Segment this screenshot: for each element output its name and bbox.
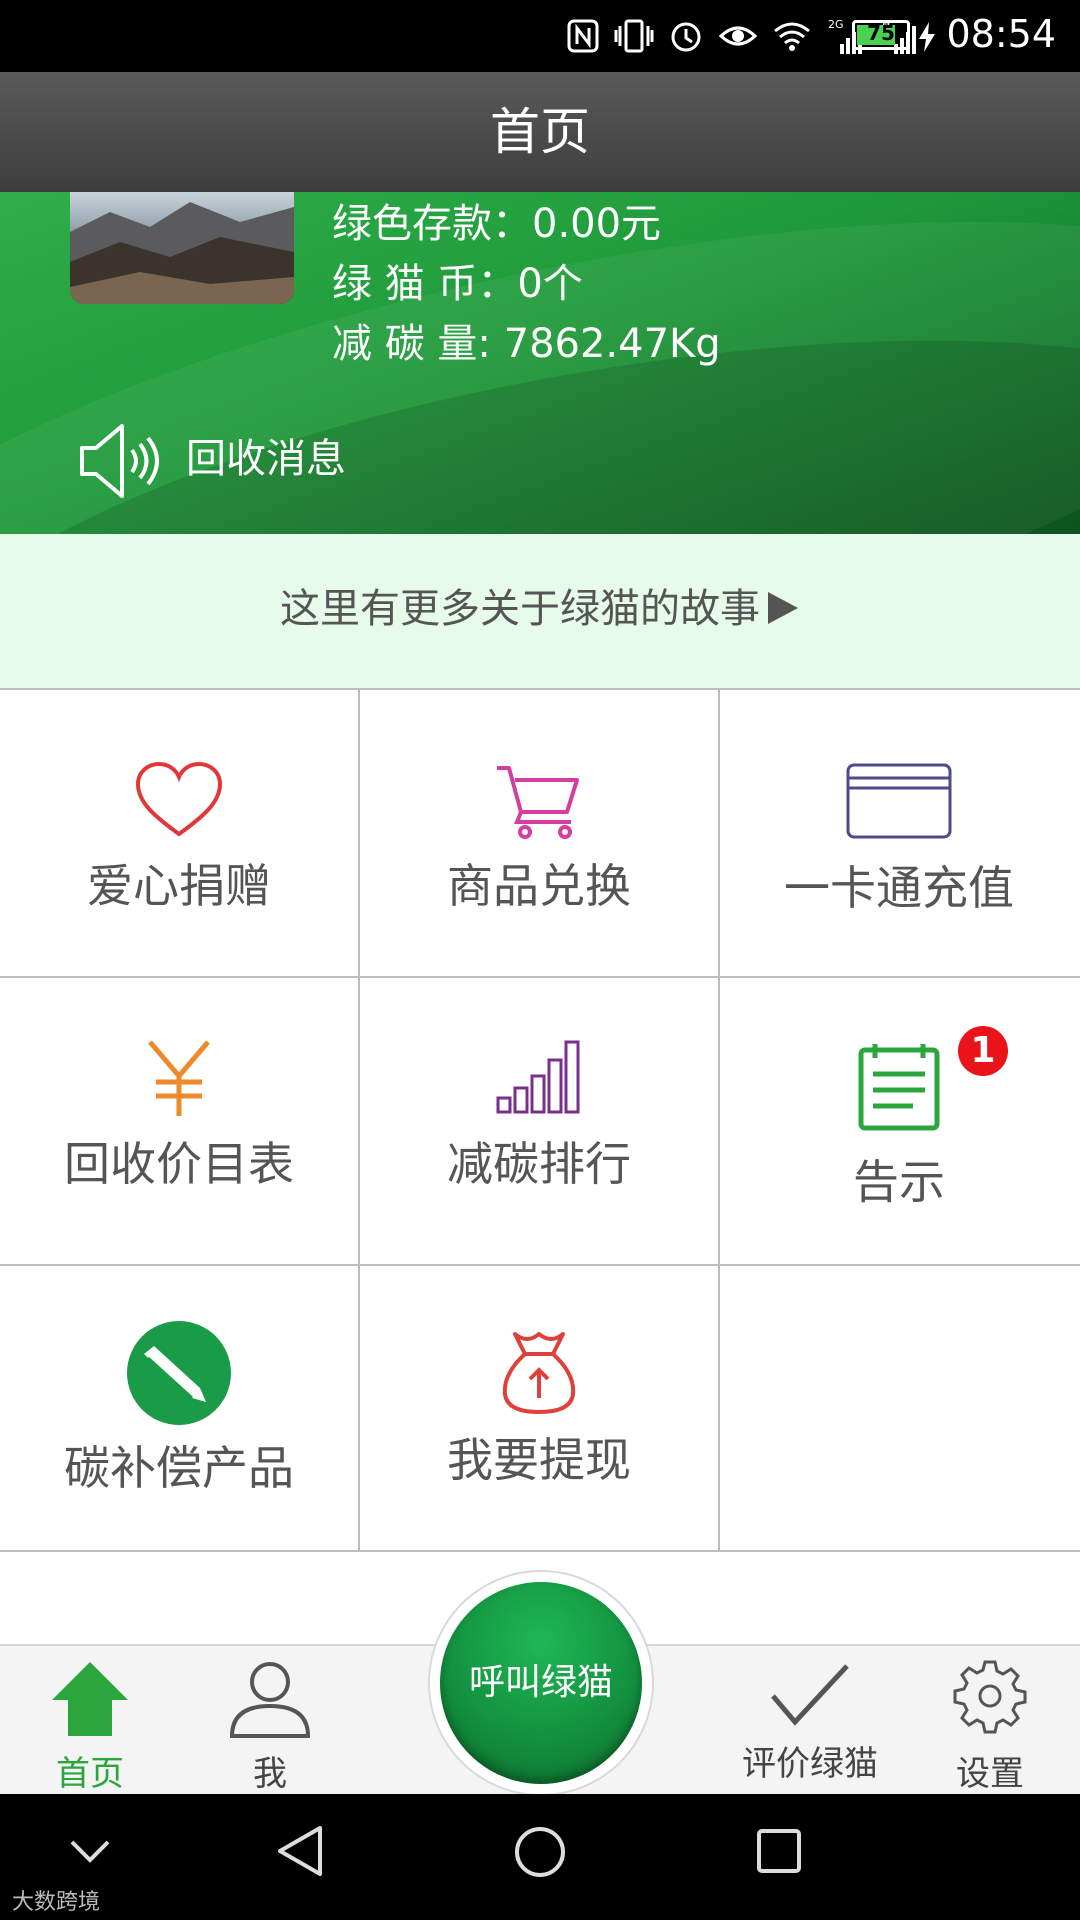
carbon-offset-label: 碳补偿产品 <box>64 1441 294 1495</box>
tab-rate-label: 评价绿猫 <box>742 1744 878 1784</box>
checkmark-icon <box>771 1664 849 1726</box>
tab-me[interactable]: 我 <box>210 1646 330 1796</box>
play-arrow-icon <box>768 592 798 624</box>
notice-button[interactable]: 1 告示 <box>720 978 1078 1266</box>
call-green-cat-button[interactable]: 呼叫绿猫 <box>440 1582 642 1784</box>
account-info: 绿色存款：0.00元 绿 猫 币：0个 减 碳 量: 7862.47Kg <box>332 194 721 374</box>
card-recharge-button[interactable]: 一卡通充值 <box>720 690 1078 978</box>
back-icon[interactable] <box>276 1824 324 1878</box>
status-bar: 2G H 75 08:54 <box>0 0 1080 72</box>
svg-text:2G: 2G <box>828 18 844 31</box>
user-icon <box>229 1662 311 1738</box>
withdraw-label: 我要提现 <box>447 1433 631 1487</box>
mountain-photo <box>70 192 294 304</box>
home-icon <box>52 1662 128 1736</box>
vibrate-icon <box>614 19 654 53</box>
battery-icon: 75 <box>852 20 910 50</box>
notice-badge: 1 <box>958 1026 1008 1076</box>
heart-icon <box>135 761 223 837</box>
system-nav-bar <box>0 1794 1080 1920</box>
clock: 08:54 <box>946 12 1056 56</box>
signal-bars-icon <box>496 1040 580 1114</box>
alarm-icon <box>671 22 701 52</box>
story-link[interactable]: 这里有更多关于绿猫的故事 <box>0 534 1080 688</box>
function-grid: 爱心捐赠 商品兑换 一卡通充值 回收价目表 减碳排行 1 告示 碳补偿产品 我要… <box>0 688 1080 1552</box>
pencil-circle-icon <box>127 1321 231 1425</box>
carbon-rank-label: 减碳排行 <box>447 1137 631 1191</box>
notice-board-icon <box>858 1044 940 1131</box>
price-list-label: 回收价目表 <box>64 1137 294 1191</box>
eye-icon <box>718 26 758 46</box>
green-deposit: 绿色存款：0.00元 <box>332 201 662 247</box>
card-icon <box>846 763 952 839</box>
price-list-button[interactable]: 回收价目表 <box>0 978 358 1266</box>
tab-me-label: 我 <box>253 1754 287 1794</box>
donate-button[interactable]: 爱心捐赠 <box>0 690 358 978</box>
tab-rate[interactable]: 评价绿猫 <box>730 1646 890 1796</box>
watermark: 大数跨境 <box>12 1890 101 1915</box>
account-panel: 绿色存款：0.00元 绿 猫 币：0个 减 碳 量: 7862.47Kg 回收消… <box>0 192 1080 534</box>
donate-label: 爱心捐赠 <box>87 859 271 913</box>
tab-settings[interactable]: 设置 <box>930 1646 1050 1796</box>
carbon-offset-button[interactable]: 碳补偿产品 <box>0 1266 358 1554</box>
chevron-down-icon[interactable] <box>70 1838 110 1864</box>
exchange-label: 商品兑换 <box>447 859 631 913</box>
exchange-button[interactable]: 商品兑换 <box>360 690 718 978</box>
battery-level: 75 <box>867 21 895 45</box>
carbon-rank-button[interactable]: 减碳排行 <box>360 978 718 1266</box>
page-title: 首页 <box>0 72 1080 192</box>
notice-label: 告示 <box>853 1155 945 1209</box>
money-bag-icon <box>502 1332 576 1414</box>
recents-icon[interactable] <box>756 1828 802 1874</box>
yen-icon <box>148 1040 210 1116</box>
green-cat-coins: 绿 猫 币：0个 <box>332 261 583 307</box>
tab-settings-label: 设置 <box>956 1754 1024 1794</box>
carbon-reduction: 减 碳 量: 7862.47Kg <box>332 321 721 367</box>
gear-icon <box>953 1660 1027 1734</box>
speaker-icon[interactable] <box>76 418 162 504</box>
withdraw-button[interactable]: 我要提现 <box>360 1266 718 1554</box>
card-recharge-label: 一卡通充值 <box>784 861 1014 915</box>
nfc-icon <box>567 19 599 53</box>
empty-cell <box>720 1266 1078 1554</box>
shopping-cart-icon <box>497 766 579 839</box>
charging-icon <box>919 22 935 52</box>
wifi-icon <box>774 22 810 51</box>
tab-home-label: 首页 <box>56 1754 124 1794</box>
story-link-label: 这里有更多关于绿猫的故事 <box>280 586 760 632</box>
home-circle-icon[interactable] <box>514 1826 566 1878</box>
recycle-message-link[interactable]: 回收消息 <box>186 426 346 484</box>
tab-home[interactable]: 首页 <box>30 1646 150 1796</box>
